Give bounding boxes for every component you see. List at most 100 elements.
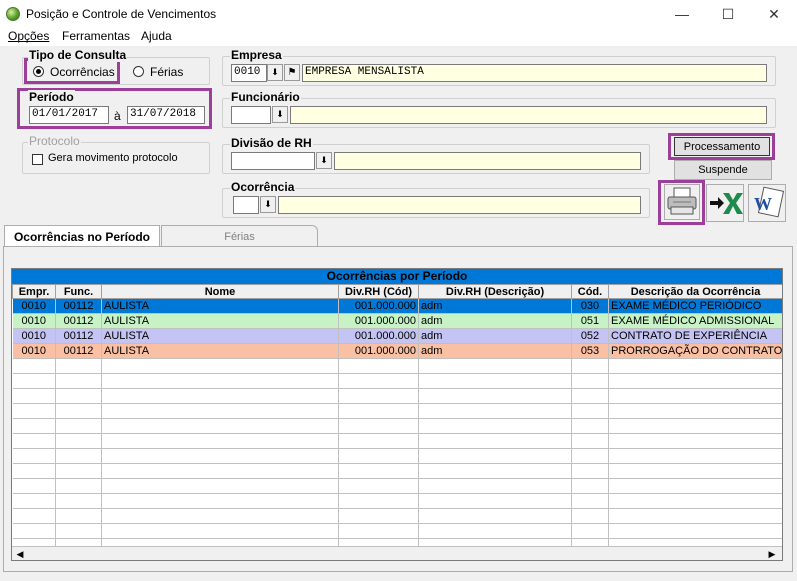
processamento-button[interactable]: Processamento bbox=[674, 137, 770, 156]
table-cell bbox=[571, 448, 609, 464]
table-cell bbox=[55, 448, 102, 464]
maximize-button[interactable]: ☐ bbox=[705, 0, 751, 28]
table-cell bbox=[55, 358, 102, 374]
empresa-name-field: EMPRESA MENSALISTA bbox=[302, 64, 767, 82]
grid-header-3[interactable]: Div.RH (Cód) bbox=[338, 284, 419, 299]
table-row[interactable] bbox=[12, 493, 782, 509]
table-cell: EXAME MÉDICO ADMISSIONAL bbox=[608, 313, 782, 329]
table-cell: adm bbox=[418, 343, 572, 359]
table-row[interactable]: 0010 00112 AULISTA 001.000.000 adm 052 CONTRAT… bbox=[12, 328, 782, 344]
table-row[interactable] bbox=[12, 478, 782, 494]
grid-header-5[interactable]: Cód. bbox=[571, 284, 609, 299]
table-row[interactable] bbox=[12, 523, 782, 539]
table-cell bbox=[608, 403, 782, 419]
empresa-dropdown-icon[interactable]: ⬇ bbox=[267, 64, 283, 81]
minimize-button[interactable]: — bbox=[659, 0, 705, 28]
funcionario-dropdown-icon[interactable]: ⬇ bbox=[272, 106, 288, 123]
table-cell bbox=[418, 358, 572, 374]
grid-header-2[interactable]: Nome bbox=[101, 284, 339, 299]
table-row[interactable] bbox=[12, 373, 782, 389]
ocorrencia-label: Ocorrência bbox=[230, 180, 296, 194]
table-cell bbox=[55, 508, 102, 524]
table-row[interactable]: 0010 00112 AULISTA 001.000.000 adm 053 PRORROG… bbox=[12, 343, 782, 359]
grid-header-4[interactable]: Div.RH (Descrição) bbox=[418, 284, 572, 299]
table-cell bbox=[571, 373, 609, 389]
table-row[interactable]: 0010 00112 AULISTA 001.000.000 adm 051 EXAME M… bbox=[12, 313, 782, 329]
tab-ocorrencias[interactable]: Ocorrências no Período bbox=[4, 225, 160, 247]
table-row[interactable]: 0010 00112 AULISTA 001.000.000 adm 030 EXAME M… bbox=[12, 298, 782, 314]
table-cell bbox=[571, 418, 609, 434]
divisao-dropdown-icon[interactable]: ⬇ bbox=[316, 152, 332, 169]
table-row[interactable] bbox=[12, 418, 782, 434]
grid-header-6[interactable]: Descrição da Ocorrência bbox=[608, 284, 782, 299]
empresa-code-input[interactable]: 0010 bbox=[231, 64, 267, 82]
suspende-button[interactable]: Suspende bbox=[674, 160, 772, 180]
divisao-code-input[interactable] bbox=[231, 152, 315, 170]
table-cell bbox=[571, 433, 609, 449]
tab-ferias[interactable]: Férias bbox=[161, 225, 318, 247]
menu-ajuda[interactable]: Ajuda bbox=[141, 28, 172, 44]
print-button[interactable] bbox=[664, 184, 700, 220]
funcionario-code-input[interactable] bbox=[231, 106, 271, 124]
radio-ferias[interactable] bbox=[133, 66, 144, 77]
periodo-from-input[interactable]: 01/01/2017 bbox=[29, 106, 109, 124]
table-row[interactable] bbox=[12, 388, 782, 404]
ocorrencia-code-input[interactable] bbox=[233, 196, 259, 214]
table-cell bbox=[338, 463, 419, 479]
table-cell bbox=[12, 358, 56, 374]
table-cell: 00112 bbox=[55, 328, 102, 344]
table-row[interactable] bbox=[12, 403, 782, 419]
export-excel-button[interactable] bbox=[706, 184, 744, 222]
periodo-to-input[interactable]: 31/07/2018 bbox=[127, 106, 205, 124]
table-row[interactable] bbox=[12, 358, 782, 374]
table-cell bbox=[12, 448, 56, 464]
horizontal-scrollbar[interactable]: ◀ ▶ bbox=[12, 546, 782, 560]
table-cell: 00112 bbox=[55, 343, 102, 359]
table-cell bbox=[571, 388, 609, 404]
table-cell bbox=[101, 418, 339, 434]
table-cell bbox=[101, 463, 339, 479]
table-cell bbox=[571, 403, 609, 419]
table-cell bbox=[12, 463, 56, 479]
table-cell: 001.000.000 bbox=[338, 313, 419, 329]
table-cell bbox=[418, 418, 572, 434]
table-cell bbox=[338, 403, 419, 419]
grid-header-0[interactable]: Empr. bbox=[12, 284, 56, 299]
table-cell: 0010 bbox=[12, 298, 56, 314]
table-cell bbox=[55, 418, 102, 434]
close-button[interactable]: ✕ bbox=[751, 0, 797, 28]
table-cell bbox=[101, 448, 339, 464]
table-cell bbox=[101, 478, 339, 494]
table-row[interactable] bbox=[12, 463, 782, 479]
ocorrencia-dropdown-icon[interactable]: ⬇ bbox=[260, 196, 276, 213]
radio-ocorrencias[interactable] bbox=[33, 66, 44, 77]
menu-opcoes[interactable]: Opções bbox=[8, 28, 49, 44]
empresa-lookup-icon[interactable]: ⚑ bbox=[284, 64, 300, 81]
table-row[interactable] bbox=[12, 433, 782, 449]
table-cell: 052 bbox=[571, 328, 609, 344]
table-cell: 00112 bbox=[55, 298, 102, 314]
empresa-label: Empresa bbox=[230, 48, 283, 62]
table-cell bbox=[608, 478, 782, 494]
divisao-name-field bbox=[334, 152, 641, 170]
printer-icon bbox=[667, 187, 697, 215]
export-word-button[interactable]: W bbox=[748, 184, 786, 222]
table-cell bbox=[338, 478, 419, 494]
gera-protocolo-checkbox[interactable] bbox=[32, 154, 43, 165]
menu-ferramentas[interactable]: Ferramentas bbox=[62, 28, 130, 44]
scroll-right-icon[interactable]: ▶ bbox=[766, 548, 778, 560]
table-cell bbox=[418, 493, 572, 509]
table-cell bbox=[418, 448, 572, 464]
table-cell bbox=[608, 463, 782, 479]
table-cell bbox=[55, 433, 102, 449]
table-cell bbox=[571, 358, 609, 374]
table-cell: 001.000.000 bbox=[338, 328, 419, 344]
table-row[interactable] bbox=[12, 508, 782, 524]
scroll-left-icon[interactable]: ◀ bbox=[14, 548, 26, 560]
table-cell bbox=[101, 493, 339, 509]
grid-header-1[interactable]: Func. bbox=[55, 284, 102, 299]
table-cell: 0010 bbox=[12, 343, 56, 359]
table-cell bbox=[418, 523, 572, 539]
table-row[interactable] bbox=[12, 448, 782, 464]
table-cell bbox=[12, 433, 56, 449]
